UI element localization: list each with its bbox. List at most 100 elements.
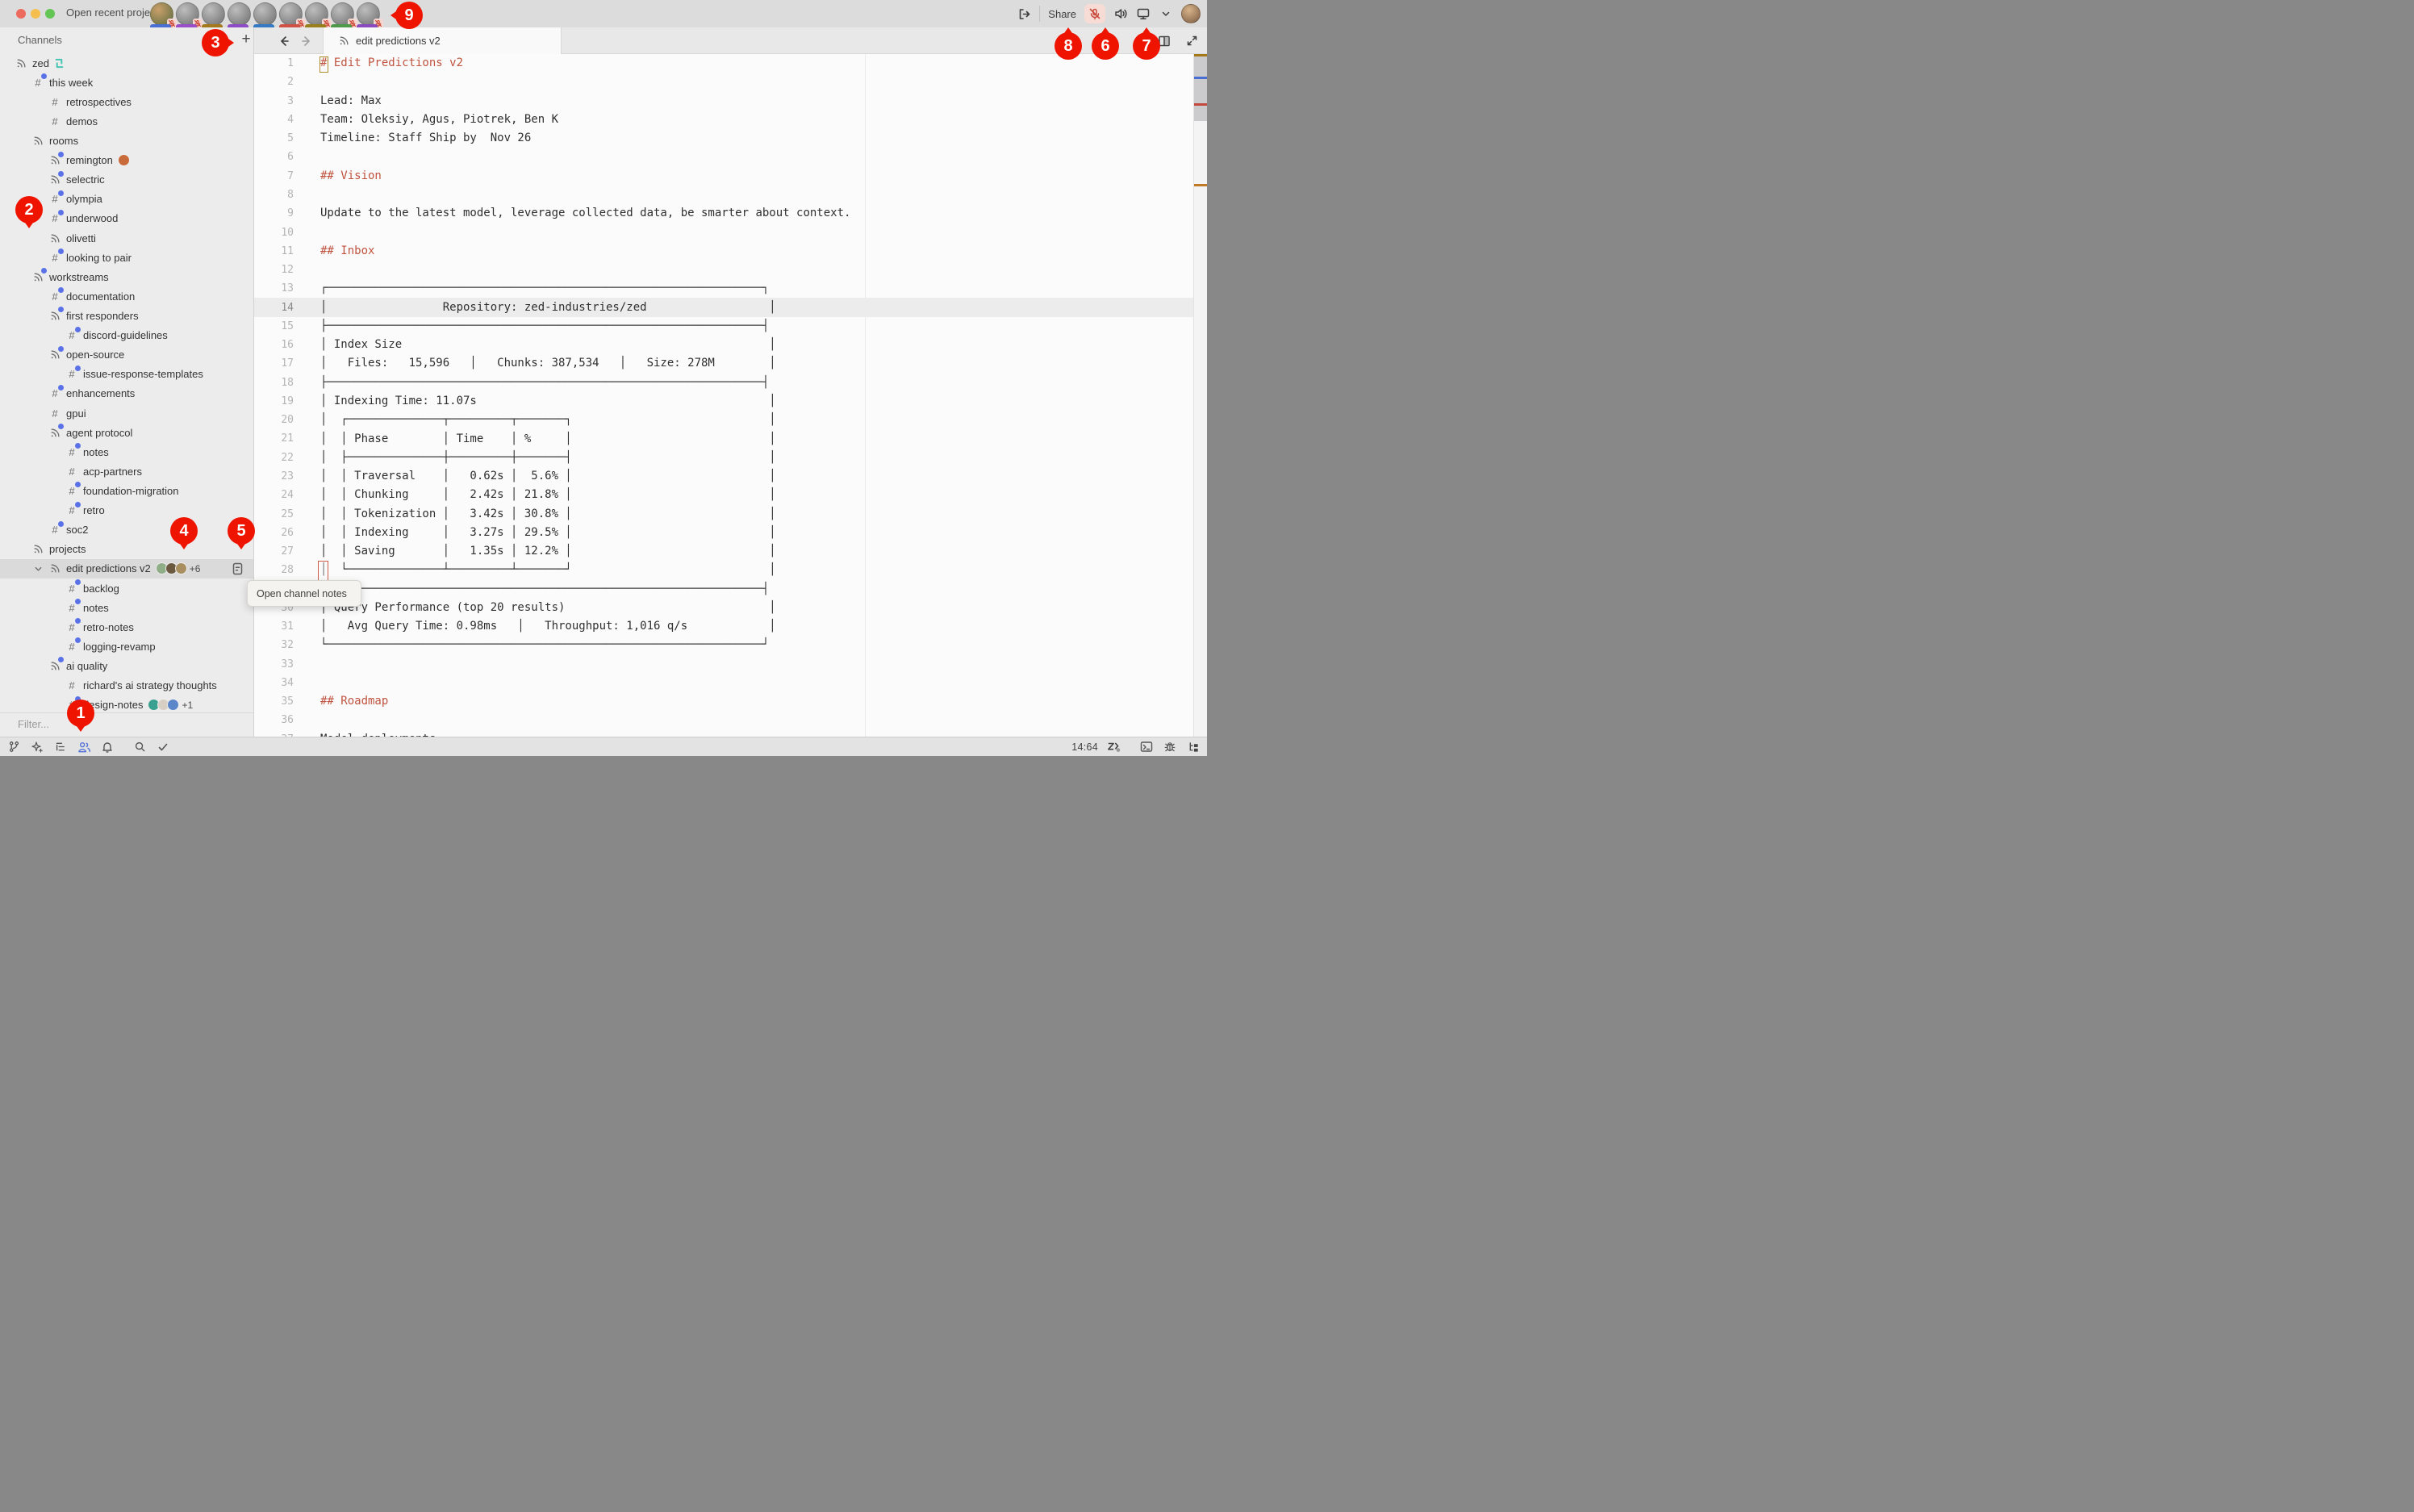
editor-line-20[interactable]: 20│ ┌──────────────┬─────────┬───────┐ │: [254, 411, 1193, 429]
editor-line-4[interactable]: 4Team: Oleksiy, Agus, Piotrek, Ben K: [254, 111, 1193, 129]
git-branch-icon[interactable]: [6, 740, 21, 754]
editor-line-5[interactable]: 5Timeline: Staff Ship by Nov 26: [254, 129, 1193, 148]
participant-avatar[interactable]: [202, 2, 225, 26]
editor-line-21[interactable]: 21│ │ Phase │ Time │ % │ │: [254, 429, 1193, 448]
sidebar-item-demos[interactable]: #demos: [0, 111, 253, 131]
add-channel-button[interactable]: +: [238, 31, 254, 48]
zoom-window-button[interactable]: [45, 9, 55, 19]
editor-line-7[interactable]: 7## Vision: [254, 167, 1193, 186]
user-avatar[interactable]: [1181, 4, 1201, 23]
editor-line-12[interactable]: 12: [254, 261, 1193, 279]
screen-share-icon[interactable]: [1136, 6, 1151, 21]
sidebar-item-documentation[interactable]: #documentation: [0, 286, 253, 306]
editor-line-27[interactable]: 27│ │ Saving │ 1.35s │ 12.2% │ │: [254, 542, 1193, 561]
editor-line-33[interactable]: 33: [254, 655, 1193, 674]
recent-project-menu[interactable]: Open recent project: [66, 6, 158, 19]
chevron-down-icon[interactable]: [34, 564, 44, 574]
editor-line-37[interactable]: 37Model deployments: [254, 730, 1193, 737]
nav-back-button[interactable]: [276, 33, 292, 49]
sidebar-item-gpui[interactable]: #gpui: [0, 403, 253, 423]
editor-line-36[interactable]: 36: [254, 711, 1193, 729]
mic-muted-button[interactable]: [1084, 4, 1105, 23]
sidebar-item-projects[interactable]: projects: [0, 540, 253, 559]
collab-panel-icon[interactable]: [77, 740, 91, 754]
scrollbar-thumb[interactable]: [1194, 54, 1207, 121]
edit-prediction-icon[interactable]: [1107, 740, 1121, 754]
sidebar-item-ai-quality[interactable]: ai quality: [0, 656, 253, 675]
participant-avatar[interactable]: [228, 2, 251, 26]
sidebar-item-agent-protocol[interactable]: agent protocol: [0, 423, 253, 442]
sidebar-item-retrospectives[interactable]: #retrospectives: [0, 92, 253, 111]
sidebar-item-retro-notes[interactable]: #retro-notes: [0, 617, 253, 637]
participant-avatar[interactable]: [176, 2, 199, 26]
sidebar-item-remington[interactable]: remington: [0, 151, 253, 170]
sidebar-item-notes[interactable]: #notes: [0, 442, 253, 462]
sidebar-item-retro[interactable]: #retro: [0, 501, 253, 520]
editor-line-23[interactable]: 23│ │ Traversal │ 0.62s │ 5.6% │ │: [254, 467, 1193, 486]
sidebar-item-discord-guidelines[interactable]: #discord-guidelines: [0, 326, 253, 345]
tab-edit-predictions-v2[interactable]: edit predictions v2: [323, 27, 562, 54]
sidebar-item-logging-revamp[interactable]: #logging-revamp: [0, 637, 253, 656]
sidebar-item-soc2[interactable]: #soc2: [0, 520, 253, 540]
editor-line-24[interactable]: 24│ │ Chunking │ 2.42s │ 21.8% │ │: [254, 486, 1193, 504]
sidebar-item-rooms[interactable]: rooms: [0, 131, 253, 150]
editor-line-18[interactable]: 18├─────────────────────────────────────…: [254, 374, 1193, 392]
participant-avatar[interactable]: [305, 2, 328, 26]
filter-input[interactable]: [16, 717, 181, 731]
sidebar-item-foundation-migration[interactable]: #foundation-migration: [0, 481, 253, 500]
editor-line-34[interactable]: 34: [254, 674, 1193, 692]
sidebar-item-issue-response-templates[interactable]: #issue-response-templates: [0, 365, 253, 384]
chevron-down-icon[interactable]: [1159, 6, 1173, 21]
minimize-window-button[interactable]: [31, 9, 40, 19]
editor-line-8[interactable]: 8: [254, 186, 1193, 204]
editor-line-25[interactable]: 25│ │ Tokenization │ 3.42s │ 30.8% │ │: [254, 504, 1193, 523]
diagnostics-check-icon[interactable]: [156, 740, 170, 754]
expand-icon[interactable]: [1184, 34, 1199, 48]
editor-line-30[interactable]: 30│ Query Performance (top 20 results) │: [254, 599, 1193, 617]
editor-line-31[interactable]: 31│ Avg Query Time: 0.98ms │ Throughput:…: [254, 617, 1193, 636]
participant-avatar[interactable]: [150, 2, 173, 26]
sidebar-item-open-source[interactable]: open-source: [0, 345, 253, 365]
project-panel-icon[interactable]: [1186, 740, 1201, 754]
editor-line-16[interactable]: 16│ Index Size │: [254, 336, 1193, 354]
editor-line-15[interactable]: 15├─────────────────────────────────────…: [254, 317, 1193, 336]
editor-line-3[interactable]: 3Lead: Max: [254, 92, 1193, 111]
outline-icon[interactable]: [53, 740, 68, 754]
leave-call-icon[interactable]: [1017, 6, 1031, 21]
editor-line-14[interactable]: 14│ Repository: zed-industries/zed │: [254, 298, 1193, 316]
editor-line-22[interactable]: 22│ ├──────────────┼─────────┼───────┤ │: [254, 449, 1193, 467]
sidebar-item-olivetti[interactable]: olivetti: [0, 228, 253, 248]
participant-avatar[interactable]: [331, 2, 354, 26]
share-button[interactable]: Share: [1048, 8, 1076, 20]
search-icon[interactable]: [132, 740, 147, 754]
terminal-icon[interactable]: [1139, 740, 1154, 754]
sidebar-item-backlog[interactable]: #backlog: [0, 578, 253, 598]
editor-line-28[interactable]: 28│ └──────────────┴─────────┴───────┘ │: [254, 561, 1193, 579]
editor-line-26[interactable]: 26│ │ Indexing │ 3.27s │ 29.5% │ │: [254, 524, 1193, 542]
editor-line-13[interactable]: 13┌─────────────────────────────────────…: [254, 279, 1193, 298]
editor-pane[interactable]: 1# Edit Predictions v223Lead: Max4Team: …: [254, 54, 1193, 737]
cursor-position[interactable]: 14:64: [1071, 741, 1098, 753]
sidebar-item-selectric[interactable]: selectric: [0, 170, 253, 190]
editor-line-9[interactable]: 9Update to the latest model, leverage co…: [254, 204, 1193, 223]
sidebar-item-first-responders[interactable]: first responders: [0, 306, 253, 325]
participant-avatar[interactable]: [253, 2, 277, 26]
editor-line-1[interactable]: 1# Edit Predictions v2: [254, 54, 1193, 73]
notifications-icon[interactable]: [100, 740, 115, 754]
sidebar-item-acp-partners[interactable]: #acp-partners: [0, 462, 253, 481]
editor-line-10[interactable]: 10: [254, 223, 1193, 241]
editor-line-32[interactable]: 32└─────────────────────────────────────…: [254, 636, 1193, 654]
sidebar-item-workstreams[interactable]: workstreams: [0, 267, 253, 286]
close-window-button[interactable]: [16, 9, 26, 19]
sidebar-item-richard-s-ai-strategy-thoughts[interactable]: #richard's ai strategy thoughts: [0, 676, 253, 695]
debug-icon[interactable]: [1163, 740, 1177, 754]
editor-line-11[interactable]: 11## Inbox: [254, 242, 1193, 261]
editor-line-6[interactable]: 6: [254, 148, 1193, 166]
ai-sparkle-icon[interactable]: [30, 740, 44, 754]
sidebar-item-edit-predictions-v2[interactable]: edit predictions v2+6: [0, 559, 253, 578]
sidebar-item-notes[interactable]: #notes: [0, 598, 253, 617]
audio-icon[interactable]: [1113, 6, 1128, 21]
participant-avatar[interactable]: [357, 2, 380, 26]
sidebar-item-enhancements[interactable]: #enhancements: [0, 384, 253, 403]
nav-forward-button[interactable]: [299, 33, 315, 49]
